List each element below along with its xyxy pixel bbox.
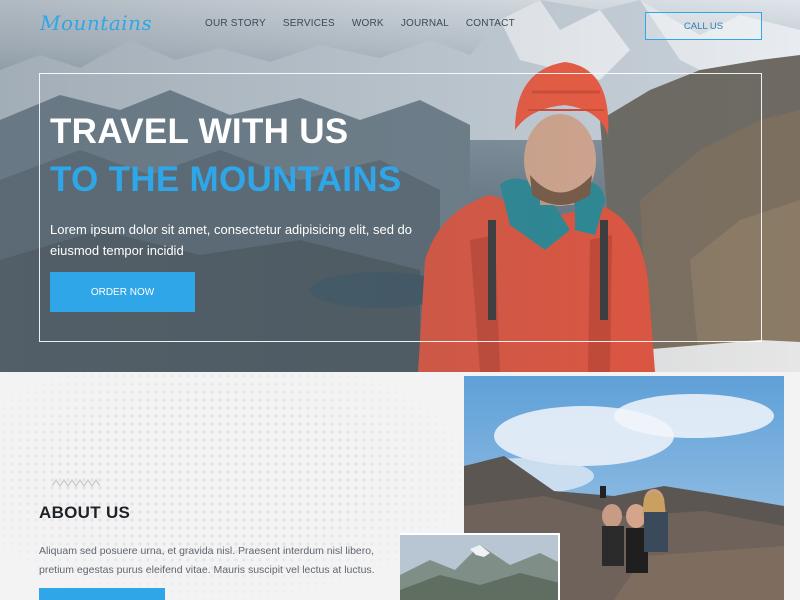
mountain-valley-photo <box>400 533 560 600</box>
nav-work[interactable]: WORK <box>352 18 384 29</box>
nav-journal[interactable]: JOURNAL <box>401 18 449 29</box>
order-now-button[interactable]: ORDER NOW <box>50 272 195 312</box>
call-us-button[interactable]: CALL US <box>645 12 762 40</box>
about-read-more-button[interactable] <box>39 588 165 600</box>
about-title: ABOUT US <box>39 503 131 522</box>
hero-headline-line1: TRAVEL WITH US <box>50 112 349 151</box>
site-logo[interactable]: Mountains <box>40 11 152 35</box>
hero-headline-line2: TO THE MOUNTAINS <box>50 160 402 199</box>
zigzag-divider-icon <box>52 478 100 488</box>
nav-services[interactable]: SERVICES <box>283 18 335 29</box>
main-nav: OUR STORY SERVICES WORK JOURNAL CONTACT <box>205 18 532 29</box>
about-description: Aliquam sed posuere urna, et gravida nis… <box>39 545 375 576</box>
hero-description: Lorem ipsum dolor sit amet, consectetur … <box>50 222 413 258</box>
nav-contact[interactable]: CONTACT <box>466 18 515 29</box>
nav-our-story[interactable]: OUR STORY <box>205 18 266 29</box>
